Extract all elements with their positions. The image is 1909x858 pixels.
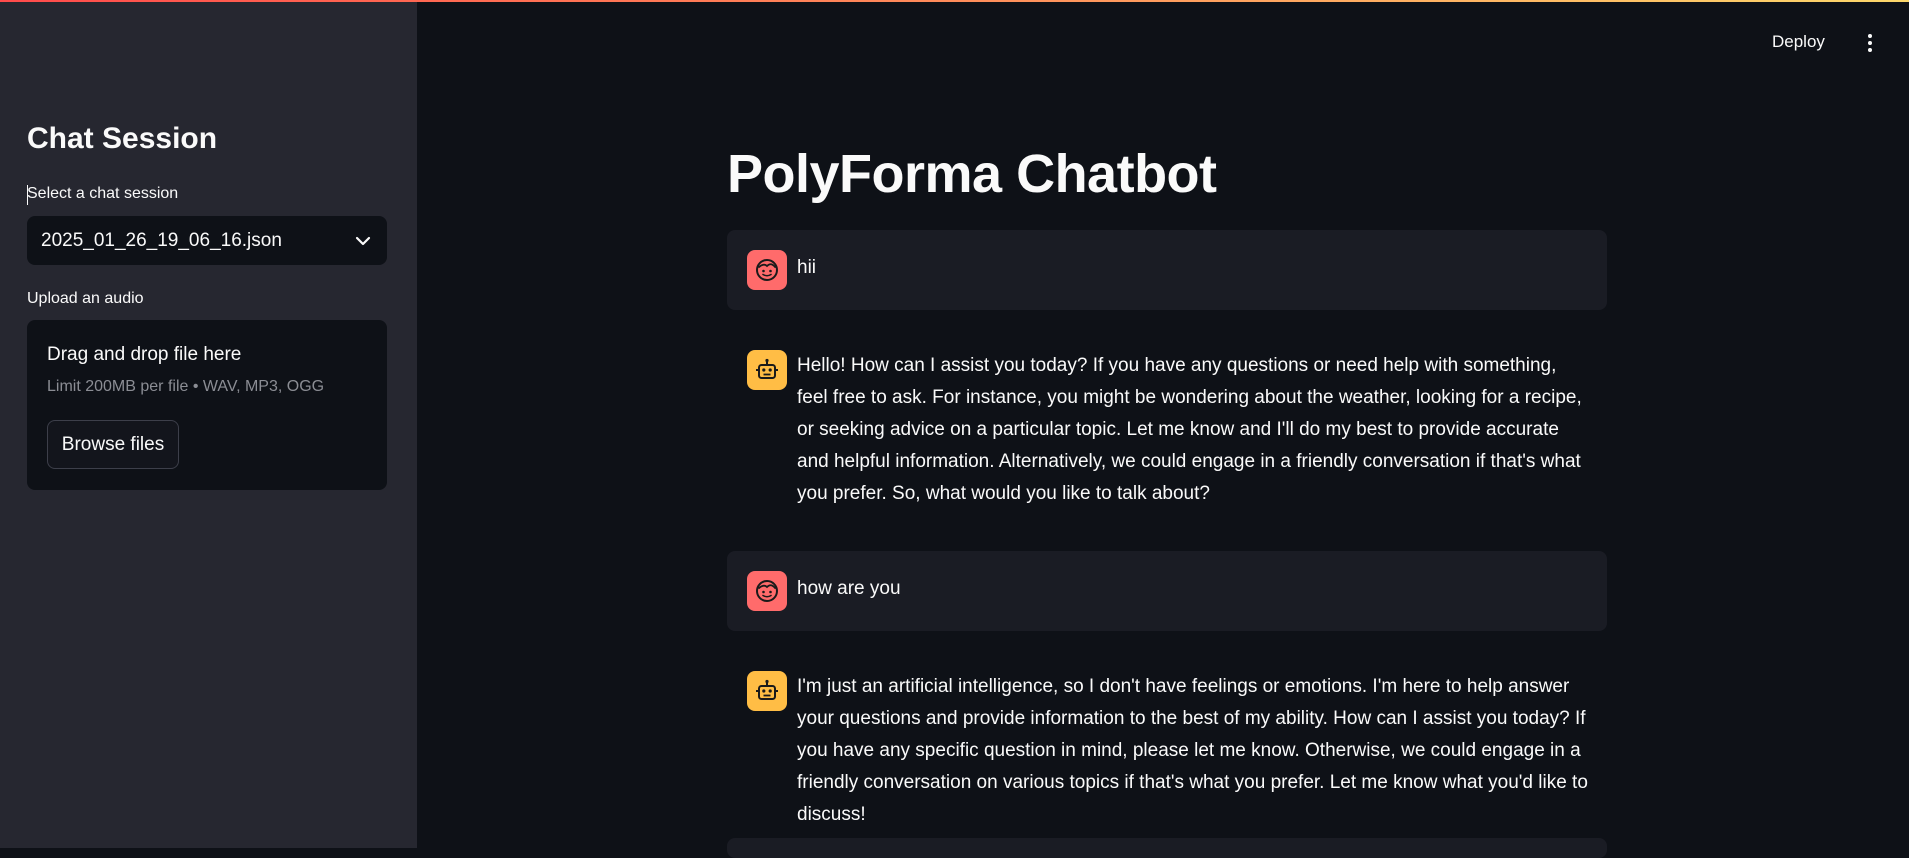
deploy-button[interactable]: Deploy [1772, 32, 1825, 52]
session-select-label: Select a chat session [27, 185, 179, 202]
chat-message-user [727, 838, 1607, 858]
page-title: PolyForma Chatbot [727, 144, 1217, 204]
user-face-icon [747, 571, 787, 611]
chevron-down-icon [353, 231, 373, 251]
kebab-menu-icon[interactable] [1860, 34, 1880, 56]
user-face-icon [747, 250, 787, 290]
message-text: how are you [797, 578, 901, 599]
chat-message-assistant: I'm just an artificial intelligence, so … [727, 651, 1607, 831]
file-dropzone[interactable]: Drag and drop file here Limit 200MB per … [27, 320, 387, 490]
upload-audio-label: Upload an audio [27, 290, 144, 307]
browse-files-button[interactable]: Browse files [47, 420, 179, 469]
sidebar-title: Chat Session [27, 122, 218, 155]
robot-icon [747, 350, 787, 390]
message-text: hii [797, 257, 817, 278]
dropzone-title: Drag and drop file here [47, 344, 242, 365]
message-text: I'm just an artificial intelligence, so … [797, 676, 1588, 825]
message-text: Hello! How can I assist you today? If yo… [797, 355, 1582, 504]
dropzone-limit-text: Limit 200MB per file • WAV, MP3, OGG [47, 378, 325, 395]
chat-session-select-value: 2025_01_26_19_06_16.json [41, 229, 282, 251]
sidebar: Chat Session Select a chat session 2025_… [0, 0, 417, 848]
chat-session-select[interactable]: 2025_01_26_19_06_16.json [27, 216, 387, 265]
robot-icon [747, 671, 787, 711]
chat-message-user: how are you [727, 551, 1607, 631]
chat-message-user: hii [727, 230, 1607, 310]
chat-message-assistant: Hello! How can I assist you today? If yo… [727, 330, 1607, 520]
top-decoration-bar [0, 0, 1909, 2]
